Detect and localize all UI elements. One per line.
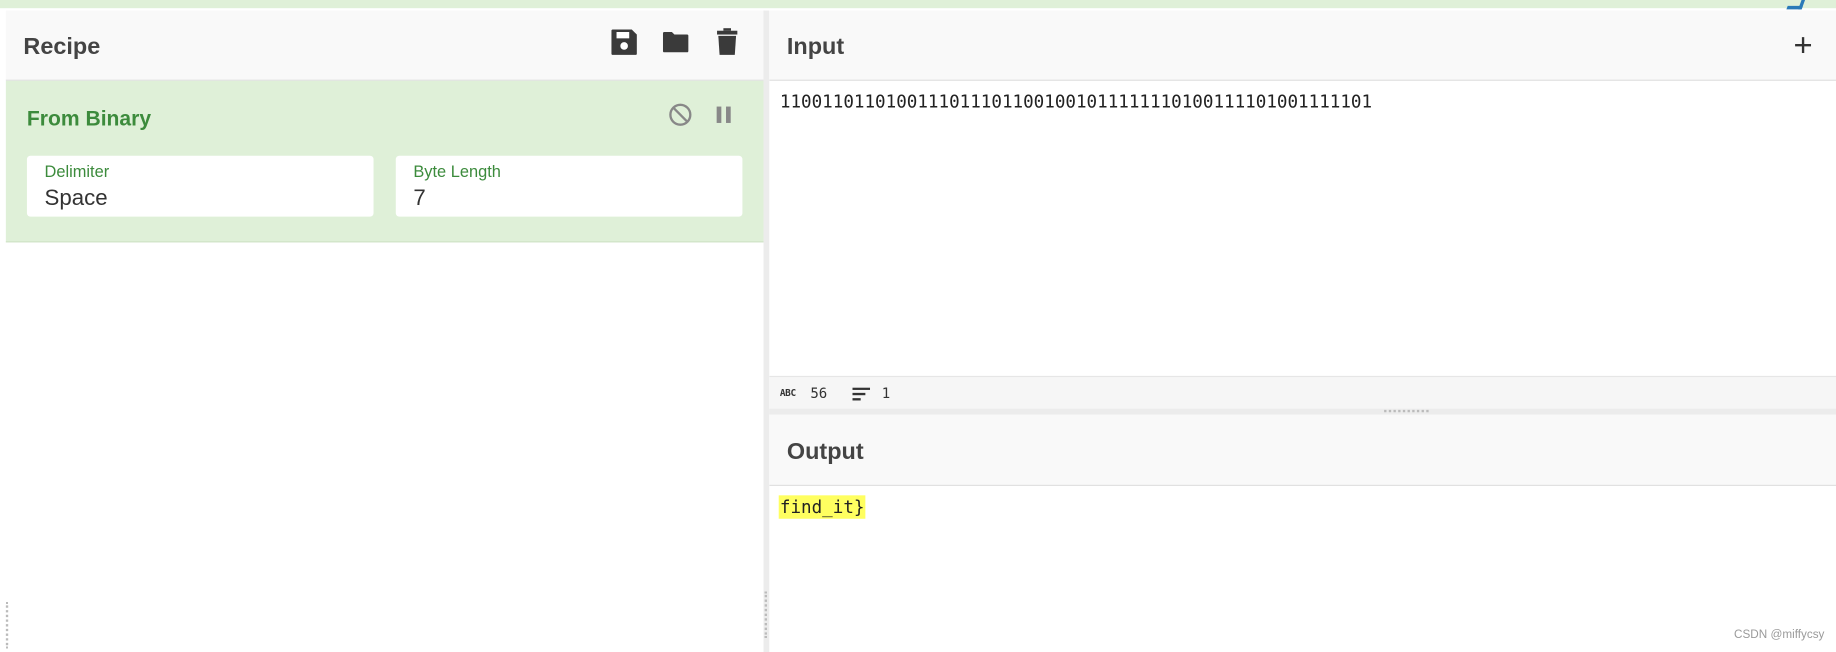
recipe-toolbar <box>609 27 742 57</box>
pause-icon[interactable] <box>714 104 733 125</box>
recipe-pane: Recipe From Binary Delimiter Space Byte … <box>5 10 765 652</box>
line-count: 1 <box>881 385 891 402</box>
operation-controls <box>667 102 733 128</box>
add-input-icon[interactable]: + <box>1794 29 1813 62</box>
recipe-title: Recipe <box>23 33 101 60</box>
input-header: Input + <box>769 10 1836 81</box>
save-icon[interactable] <box>609 27 639 57</box>
output-text[interactable]: find_it} <box>778 495 866 519</box>
line-count-icon <box>852 387 871 401</box>
char-count: 56 <box>810 385 828 402</box>
output-header: Output <box>769 414 1836 486</box>
top-strip <box>0 0 1836 10</box>
checkmark-icon <box>1786 0 1806 10</box>
resize-handle[interactable] <box>5 601 12 649</box>
byte-length-value[interactable]: 7 <box>413 186 425 212</box>
output-pane: Output find_it} CSDN @miffycsy <box>769 414 1836 652</box>
trash-icon[interactable] <box>712 27 742 57</box>
operation-title: From Binary <box>26 106 152 130</box>
input-title: Input <box>786 33 845 60</box>
input-pane: Input + 11001101101001110111011001001011… <box>769 10 1836 410</box>
delimiter-label: Delimiter <box>44 161 110 181</box>
char-count-icon: ABC <box>779 387 796 399</box>
byte-length-label: Byte Length <box>413 161 501 181</box>
delimiter-field[interactable]: Delimiter Space <box>26 155 374 217</box>
recipe-header: Recipe <box>5 10 764 81</box>
operation-from-binary[interactable]: From Binary Delimiter Space Byte Length … <box>5 80 764 243</box>
folder-icon[interactable] <box>660 27 690 57</box>
input-textarea[interactable]: 1100110110100111011101100100101111111010… <box>780 91 1372 112</box>
delimiter-value[interactable]: Space <box>44 186 107 212</box>
disable-icon[interactable] <box>667 102 693 128</box>
byte-length-field[interactable]: Byte Length 7 <box>395 155 743 217</box>
watermark: CSDN @miffycsy <box>1734 628 1825 642</box>
input-status-bar: ABC 56 1 <box>769 375 1836 410</box>
output-title: Output <box>786 439 864 465</box>
